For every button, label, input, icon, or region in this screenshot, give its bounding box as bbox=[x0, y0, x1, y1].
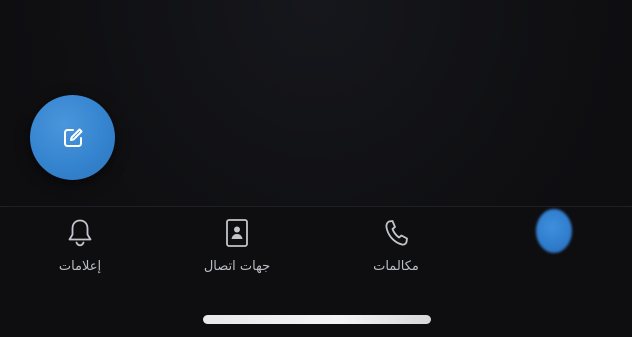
avatar bbox=[536, 209, 572, 253]
contact-book-icon bbox=[219, 215, 255, 251]
tab-label-calls: مكالمات bbox=[373, 259, 419, 274]
bell-icon bbox=[62, 215, 98, 251]
tab-label-contacts: جهات اتصال bbox=[203, 259, 271, 274]
tab-notifications[interactable]: إعلامات bbox=[10, 215, 150, 285]
tab-chats[interactable]: ​ bbox=[484, 209, 624, 285]
tab-calls[interactable]: مكالمات bbox=[326, 215, 466, 285]
main-content-area bbox=[0, 0, 632, 206]
tab-label-notifications: إعلامات bbox=[58, 259, 102, 274]
tab-contacts[interactable]: جهات اتصال bbox=[167, 215, 307, 285]
compose-icon bbox=[58, 123, 88, 153]
phone-icon bbox=[378, 215, 414, 251]
avatar-image bbox=[536, 209, 572, 253]
home-indicator[interactable] bbox=[203, 315, 431, 324]
compose-button[interactable] bbox=[30, 95, 115, 180]
app-screen: إعلامات جهات اتصال مكالمات bbox=[0, 0, 632, 337]
